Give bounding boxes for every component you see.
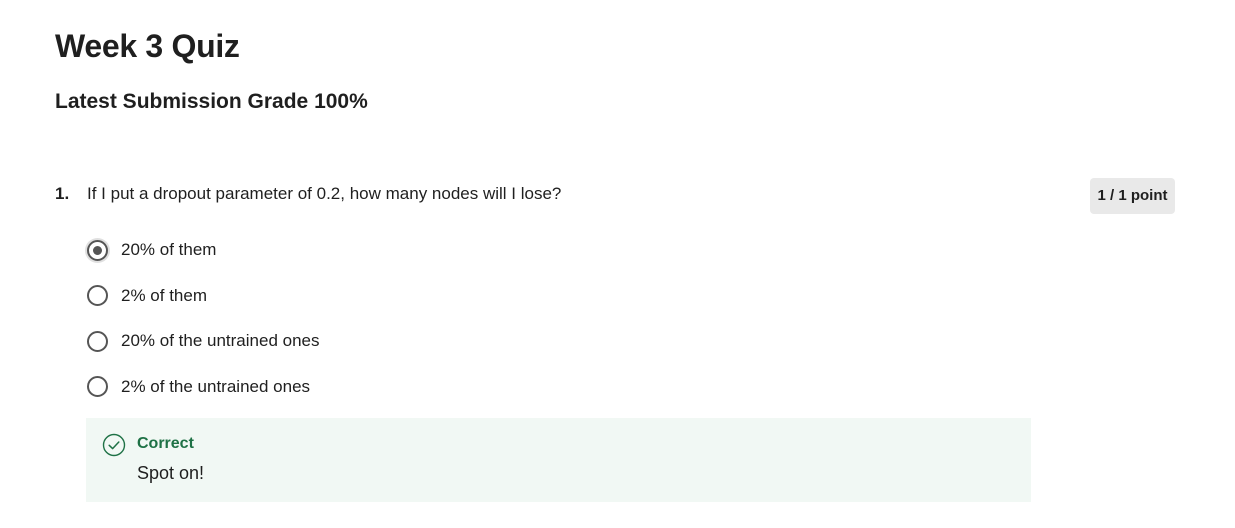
feedback-status: Correct xyxy=(137,435,194,452)
quiz-title: Week 3 Quiz xyxy=(55,28,240,64)
answer-option-label: 2% of them xyxy=(121,285,207,305)
question-text: If I put a dropout parameter of 0.2, how… xyxy=(87,184,562,203)
radio-button[interactable] xyxy=(85,283,110,308)
answer-option-label: 20% of them xyxy=(121,240,217,259)
answer-option-4[interactable]: 2% of the untrained ones xyxy=(85,369,685,405)
quiz-page: Week 3 Quiz Latest Submission Grade 100%… xyxy=(0,0,1235,528)
answer-options: 20% of them 2% of them 20% of the untrai… xyxy=(85,232,685,414)
feedback-panel: Correct Spot on! xyxy=(86,418,1031,502)
radio-button[interactable] xyxy=(85,374,110,399)
radio-button[interactable] xyxy=(85,329,110,354)
radio-unchecked-icon xyxy=(87,285,108,306)
points-badge: 1 / 1 point xyxy=(1090,178,1175,214)
question-number: 1. xyxy=(55,184,70,203)
answer-option-3[interactable]: 20% of the untrained ones xyxy=(85,323,685,359)
answer-option-label: 2% of the untrained ones xyxy=(121,376,311,396)
answer-option-1[interactable]: 20% of them xyxy=(85,232,685,268)
radio-unchecked-icon xyxy=(87,330,108,352)
radio-unchecked-icon xyxy=(87,376,108,397)
answer-option-2[interactable]: 2% of them xyxy=(85,278,685,314)
radio-button-selected[interactable] xyxy=(85,237,110,263)
radio-checked-icon xyxy=(87,239,108,261)
answer-option-label: 20% of the untrained ones xyxy=(121,331,320,350)
check-circle-icon xyxy=(102,433,126,457)
feedback-message: Spot on! xyxy=(137,463,205,483)
submission-grade: Latest Submission Grade 100% xyxy=(55,90,368,113)
